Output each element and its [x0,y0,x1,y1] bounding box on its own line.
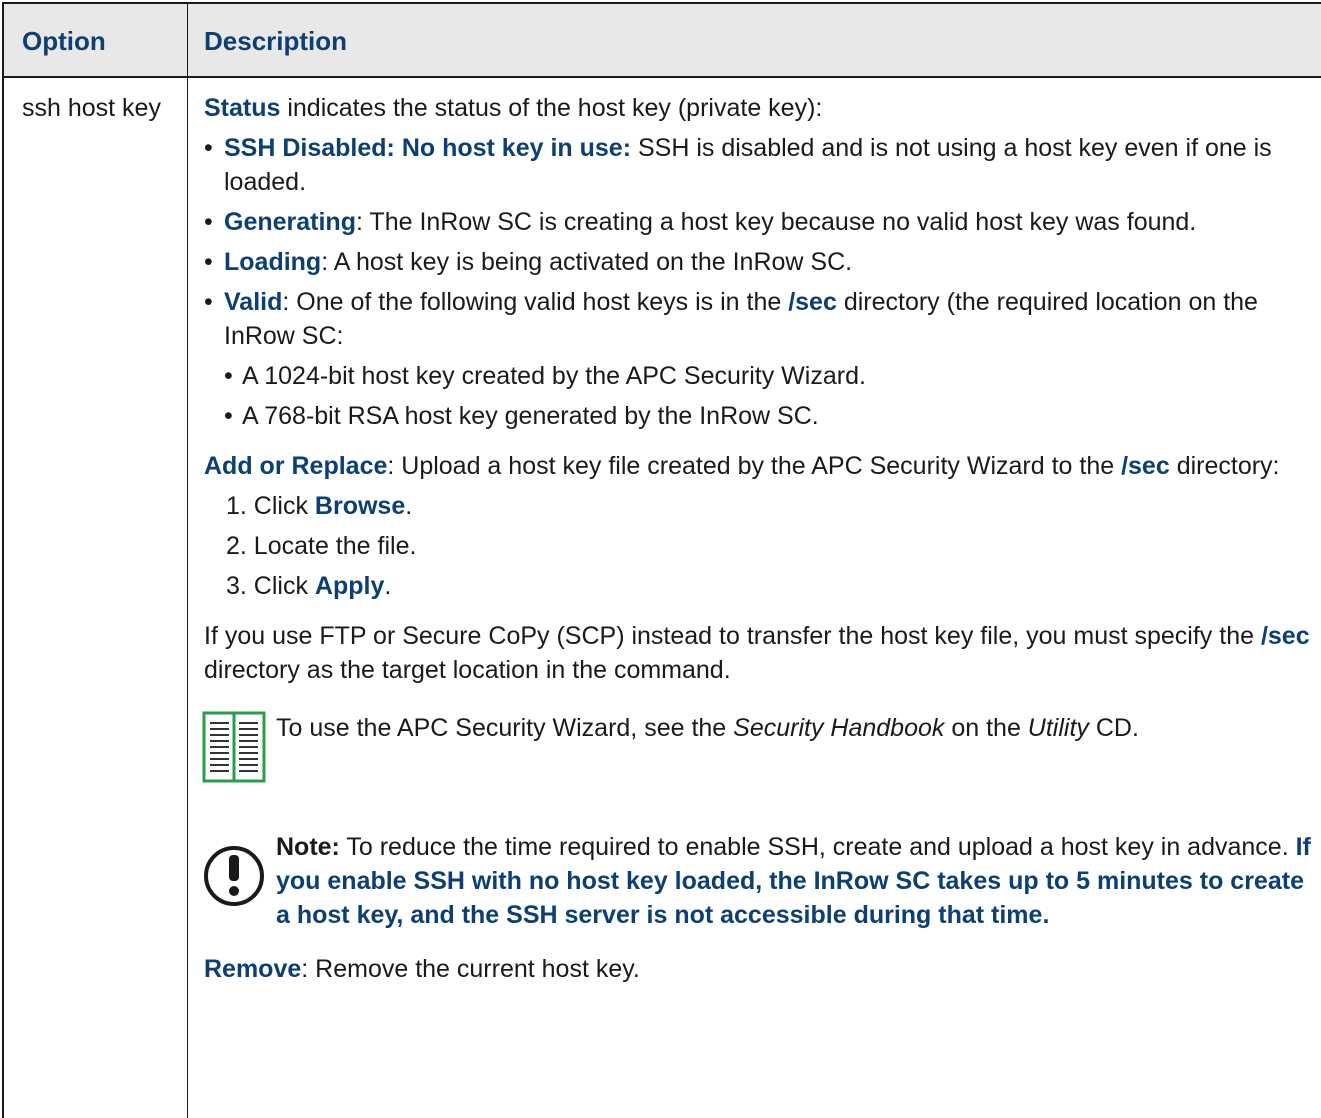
step-item: 3. Click Apply. [226,572,392,600]
option-name: ssh host key [4,78,188,1118]
header-description: Description [204,26,348,56]
add-replace-term: Add or Replace [204,452,388,480]
status-item-text: : The InRow SC is creating a host key be… [355,208,1197,236]
add-replace-text-after: directory: [1169,452,1280,480]
list-item: • Generating: The InRow SC is creating a … [204,208,1197,236]
status-term: Status [204,94,281,122]
list-item: • SSH Disabled: No host key in use: SSH i… [204,134,1272,196]
remove-paragraph: Remove: Remove the current host key. [204,955,640,983]
sub-item-text: A 768-bit RSA host key generated by the … [242,402,819,430]
sec-directory: /sec [1121,452,1170,480]
options-table: Option Description ssh host key Status i… [2,2,1321,1118]
valid-text-before: : One of the following valid host keys i… [282,288,789,316]
table-header-row: Option Description [4,4,1321,78]
description-cell: Status indicates the status of the host … [188,78,1321,1118]
step-item: 1. Click Browse. [226,492,413,520]
step-item: 2. Locate the file. [226,532,417,560]
status-item-term: Loading [224,248,322,276]
apply-term: Apply [314,572,385,600]
table-row: ssh host key Status indicates the status… [4,78,1321,1118]
book-note: To use the APC Security Wizard, see the … [202,711,1311,792]
status-intro: indicates the status of the host key (pr… [280,94,823,122]
browse-term: Browse [314,492,406,520]
sub-list-item: • A 1024-bit host key created by the APC … [224,362,866,390]
note-label: Note: [276,833,340,861]
security-handbook-title: Security Handbook [733,714,945,742]
caution-note-text: Note: To reduce the time required to ena… [276,833,1311,929]
valid-term: Valid [224,288,283,316]
add-replace-text: : Upload a host key file created by the … [387,452,1122,480]
sec-directory: /sec [1260,622,1310,650]
book-icon [202,711,266,792]
ftp-paragraph: If you use FTP or Secure CoPy (SCP) inst… [204,622,1310,684]
header-option: Option [4,4,188,76]
status-paragraph: Status indicates the status of the host … [204,91,1311,125]
status-item-text: : A host key is being activated on the I… [321,248,853,276]
add-replace-paragraph: Add or Replace: Upload a host key file c… [204,449,1311,483]
sub-list-item: • A 768-bit RSA host key generated by the… [224,402,819,430]
status-item-term: SSH Disabled: No host key in use: [224,134,632,162]
book-note-text: To use the APC Security Wizard, see the … [276,714,1139,742]
sub-item-text: A 1024-bit host key created by the APC S… [242,362,866,390]
list-item: • Loading: A host key is being activated … [204,248,853,276]
status-item-term: Generating [224,208,356,236]
exclamation-icon [202,830,266,921]
remove-term: Remove [204,955,302,983]
sec-directory: /sec [788,288,837,316]
caution-note: Note: To reduce the time required to ena… [204,830,1311,932]
utility-title: Utility [1027,714,1089,742]
list-item: • Valid: One of the following valid host … [204,288,1258,350]
